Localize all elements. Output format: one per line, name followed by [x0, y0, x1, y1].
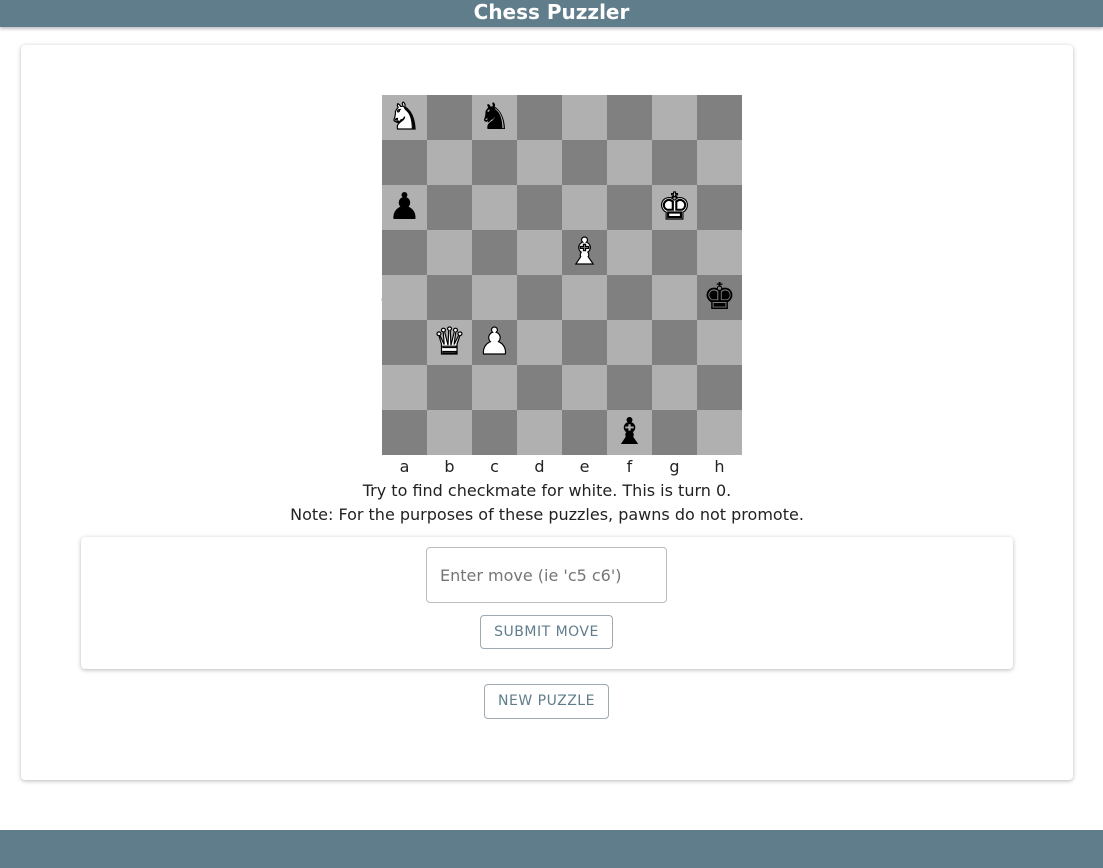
square-d2[interactable] — [517, 365, 562, 410]
square-c3[interactable]: ♟ — [472, 319, 517, 365]
new-puzzle-button[interactable]: NEW PUZZLE — [484, 684, 609, 719]
square-c5[interactable] — [472, 230, 517, 275]
square-a3[interactable] — [382, 320, 427, 365]
square-f3[interactable] — [607, 320, 652, 365]
file-label-e: e — [579, 457, 590, 476]
file-label-g: g — [669, 457, 680, 476]
square-d7[interactable] — [517, 140, 562, 185]
square-e5[interactable]: ♝ — [562, 229, 607, 275]
square-f1[interactable]: ♝ — [607, 410, 652, 455]
square-g7[interactable] — [652, 140, 697, 185]
square-d8[interactable] — [517, 95, 562, 140]
square-e2[interactable] — [562, 365, 607, 410]
chessboard-container: 87654321 ♞♞♟♚♝♚♛♟♝ abcdefgh — [373, 94, 753, 480]
square-c4[interactable] — [472, 275, 517, 320]
square-b4[interactable] — [427, 275, 472, 320]
square-b7[interactable] — [427, 140, 472, 185]
square-a5[interactable] — [382, 230, 427, 275]
square-a4[interactable] — [382, 275, 427, 320]
puzzle-note: Note: For the purposes of these puzzles,… — [290, 505, 804, 524]
square-g4[interactable] — [652, 275, 697, 320]
square-a1[interactable] — [382, 410, 427, 455]
square-g2[interactable] — [652, 365, 697, 410]
app-title: Chess Puzzler — [473, 0, 630, 24]
file-label-d: d — [534, 457, 545, 476]
file-label-b: b — [444, 457, 455, 476]
square-f6[interactable] — [607, 185, 652, 230]
square-d6[interactable] — [517, 185, 562, 230]
square-f8[interactable] — [607, 95, 652, 140]
square-a6[interactable]: ♟ — [382, 185, 427, 230]
black-pawn-icon[interactable]: ♟ — [382, 185, 427, 230]
square-g6[interactable]: ♚ — [652, 184, 697, 230]
puzzle-instruction: Try to find checkmate for white. This is… — [362, 481, 732, 500]
square-c2[interactable] — [472, 365, 517, 410]
square-h5[interactable] — [697, 230, 742, 275]
square-b1[interactable] — [427, 410, 472, 455]
square-e7[interactable] — [562, 140, 607, 185]
white-king-icon[interactable]: ♚ — [652, 184, 697, 230]
square-d3[interactable] — [517, 320, 562, 365]
file-label-f: f — [626, 457, 633, 476]
square-d4[interactable] — [517, 275, 562, 320]
square-e1[interactable] — [562, 410, 607, 455]
square-c6[interactable] — [472, 185, 517, 230]
square-h7[interactable] — [697, 140, 742, 185]
square-a2[interactable] — [382, 365, 427, 410]
move-input[interactable] — [426, 547, 667, 603]
file-label-a: a — [399, 457, 410, 476]
square-e3[interactable] — [562, 320, 607, 365]
square-f2[interactable] — [607, 365, 652, 410]
file-label-h: h — [714, 457, 725, 476]
black-bishop-icon[interactable]: ♝ — [607, 410, 652, 455]
white-pawn-icon[interactable]: ♟ — [472, 319, 517, 365]
app-footer — [0, 830, 1103, 868]
chessboard[interactable]: ♞ ♞ ♟ ♚ ♝ ♚ ♛ ♟ ♝ — [382, 94, 742, 455]
square-c8[interactable]: ♞ — [472, 95, 517, 140]
square-h6[interactable] — [697, 185, 742, 230]
white-knight-icon[interactable]: ♞ — [382, 94, 427, 140]
square-f4[interactable] — [607, 275, 652, 320]
square-b5[interactable] — [427, 230, 472, 275]
square-f7[interactable] — [607, 140, 652, 185]
square-a8[interactable]: ♞ — [382, 94, 427, 140]
black-knight-icon[interactable]: ♞ — [472, 95, 517, 140]
submit-move-button[interactable]: SUBMIT MOVE — [480, 615, 613, 649]
square-c1[interactable] — [472, 410, 517, 455]
square-h4[interactable]: ♚ — [697, 275, 742, 320]
white-queen-icon[interactable]: ♛ — [427, 319, 472, 365]
square-g3[interactable] — [652, 320, 697, 365]
square-g8[interactable] — [652, 95, 697, 140]
white-bishop-icon[interactable]: ♝ — [562, 229, 607, 275]
square-c7[interactable] — [472, 140, 517, 185]
puzzle-card: 87654321 ♞♞♟♚♝♚♛♟♝ abcdefgh Try to find … — [21, 45, 1073, 780]
square-g5[interactable] — [652, 230, 697, 275]
square-h8[interactable] — [697, 95, 742, 140]
square-b6[interactable] — [427, 185, 472, 230]
square-e4[interactable] — [562, 275, 607, 320]
black-king-icon[interactable]: ♚ — [697, 275, 742, 320]
file-label-c: c — [490, 457, 499, 476]
square-h1[interactable] — [697, 410, 742, 455]
file-labels: a b c d e f g h — [382, 455, 742, 479]
move-entry-card: SUBMIT MOVE — [81, 537, 1013, 669]
square-b8[interactable] — [427, 95, 472, 140]
square-g1[interactable] — [652, 410, 697, 455]
square-f5[interactable] — [607, 230, 652, 275]
square-e8[interactable] — [562, 95, 607, 140]
app-header: Chess Puzzler — [0, 0, 1103, 27]
square-h2[interactable] — [697, 365, 742, 410]
square-b2[interactable] — [427, 365, 472, 410]
square-b3[interactable]: ♛ — [427, 319, 472, 365]
square-h3[interactable] — [697, 320, 742, 365]
square-a7[interactable] — [382, 140, 427, 185]
square-d1[interactable] — [517, 410, 562, 455]
square-d5[interactable] — [517, 230, 562, 275]
square-e6[interactable] — [562, 185, 607, 230]
